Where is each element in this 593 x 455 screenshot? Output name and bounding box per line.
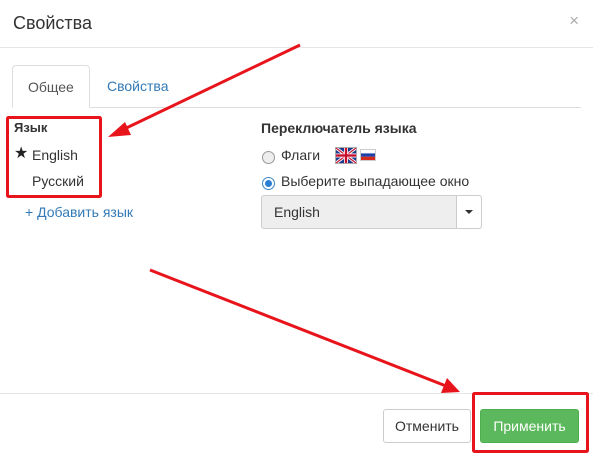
close-icon[interactable]: × — [569, 11, 579, 31]
language-label: Язык — [14, 120, 48, 135]
radio-dropdown[interactable] — [262, 177, 275, 190]
radio-flags-label[interactable]: Флаги — [281, 147, 320, 163]
dialog-title: Свойства — [13, 13, 93, 33]
arrow-head-languages — [108, 122, 131, 137]
tab-properties[interactable]: Свойства — [92, 65, 183, 107]
tab-general[interactable]: Общее — [12, 65, 90, 108]
arrow-head-apply — [441, 378, 460, 393]
radio-dropdown-label[interactable]: Выберите выпадающее окно — [281, 173, 469, 189]
apply-button[interactable]: Применить — [480, 409, 579, 443]
russia-flag-icon[interactable] — [360, 149, 376, 161]
dialog-header: Свойства × — [0, 0, 593, 48]
language-item-english[interactable]: English — [32, 147, 78, 163]
language-switcher-title: Переключатель языка — [261, 120, 417, 136]
star-icon: ★ — [14, 145, 29, 162]
language-item-russian[interactable]: Русский — [32, 173, 84, 189]
add-language-link[interactable]: + Добавить язык — [25, 204, 133, 220]
arrow-to-apply — [149, 268, 447, 388]
chevron-down-icon — [465, 210, 473, 214]
dropdown-toggle[interactable] — [456, 196, 481, 228]
cancel-button[interactable]: Отменить — [383, 409, 471, 443]
uk-flag-icon[interactable] — [335, 147, 357, 164]
language-dropdown[interactable]: English — [261, 195, 482, 229]
tab-bar: Общее Свойства — [12, 65, 581, 108]
radio-flags[interactable] — [262, 151, 275, 164]
language-dropdown-value: English — [274, 204, 320, 220]
